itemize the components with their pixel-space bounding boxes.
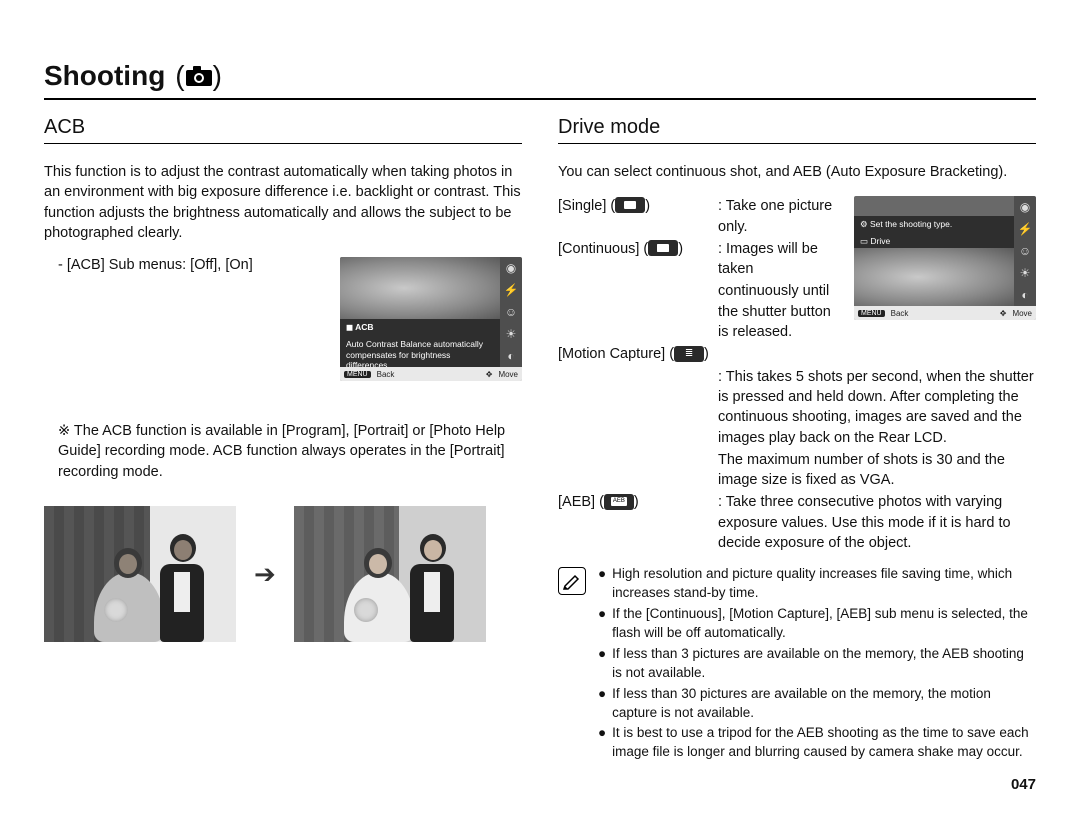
aperture-icon: ◐ [1014,284,1036,306]
note-item: ●If the [Continuous], [Motion Capture], … [598,605,1036,643]
ev-icon: ☀ [1014,262,1036,284]
acb-lcd-preview: ◉ ⚡ ☺ ☀ ◐ ◼ ACB Auto Contrast Balance au… [340,257,522,381]
arrow-right-icon: ➔ [254,559,276,590]
aeb-icon [604,494,634,510]
move-label: Move [1012,309,1032,318]
flash-icon: ⚡ [1014,218,1036,240]
move-label: Move [498,370,518,379]
aperture-icon: ◐ [500,345,522,367]
back-label: Back [377,370,395,379]
lcd-cube-icon: ◼ [346,322,353,332]
camera-icon: ◉ [1014,196,1036,218]
drive-lcd-desc: Drive [870,236,890,246]
drive-lcd-preview: ⚙ Set the shooting type. ▭ Drive ◉ ⚡ ☺ ☀… [854,196,1036,320]
menu-tag: MENU [858,310,885,317]
stack-icon: ▭ [860,236,868,246]
acb-submenus: - [ACB] Sub menus: [Off], [On] [58,257,340,273]
mode-continuous: [Continuous] () : Images will be taken [558,239,844,280]
mode-motion: [Motion Capture] () [558,344,1036,364]
single-shot-icon [615,197,645,213]
note-icon [558,567,586,595]
mode-aeb: [AEB] () : Take three consecutive photos… [558,492,1036,553]
menu-tag: MENU [344,371,371,378]
photo-after [294,506,486,642]
mode-single: [Single] () : Take one picture only. [558,196,844,237]
section-shooting-title: Shooting ( ) [44,60,1036,100]
camera-icon: ◉ [500,257,522,279]
motion-capture-icon [674,346,704,362]
drive-mode-column: Drive mode You can select continuous sho… [558,116,1036,764]
ev-icon: ☀ [500,323,522,345]
gear-icon: ⚙ [860,219,868,229]
acb-intro: This function is to adjust the contrast … [44,162,522,243]
acb-lcd-title: ACB [355,322,373,332]
note-item: ●High resolution and picture quality inc… [598,565,1036,603]
drive-lcd-title: Set the shooting type. [870,219,952,229]
acb-note: ※ The ACB function is available in [Prog… [58,421,522,482]
camera-icon-paren: ( ) [175,60,222,92]
note-item: ●If less than 30 pictures are available … [598,685,1036,723]
continuous-icon [648,240,678,256]
acb-example-photos: ➔ [44,506,522,642]
flash-icon: ⚡ [500,279,522,301]
person-icon: ☺ [1014,240,1036,262]
camera-icon [185,65,213,87]
back-label: Back [891,309,909,318]
dpad-icon: ✥ [486,370,493,379]
drive-heading: Drive mode [558,116,1036,144]
person-icon: ☺ [500,301,522,323]
section-title-text: Shooting [44,60,165,92]
page-number: 047 [1011,776,1036,793]
acb-heading: ACB [44,116,522,144]
drive-intro: You can select continuous shot, and AEB … [558,162,1036,182]
acb-column: ACB This function is to adjust the contr… [44,116,522,764]
dpad-icon: ✥ [1000,309,1007,318]
note-item: ●If less than 3 pictures are available o… [598,645,1036,683]
drive-notes: ●High resolution and picture quality inc… [558,565,1036,764]
note-item: ●It is best to use a tripod for the AEB … [598,724,1036,762]
photo-before [44,506,236,642]
